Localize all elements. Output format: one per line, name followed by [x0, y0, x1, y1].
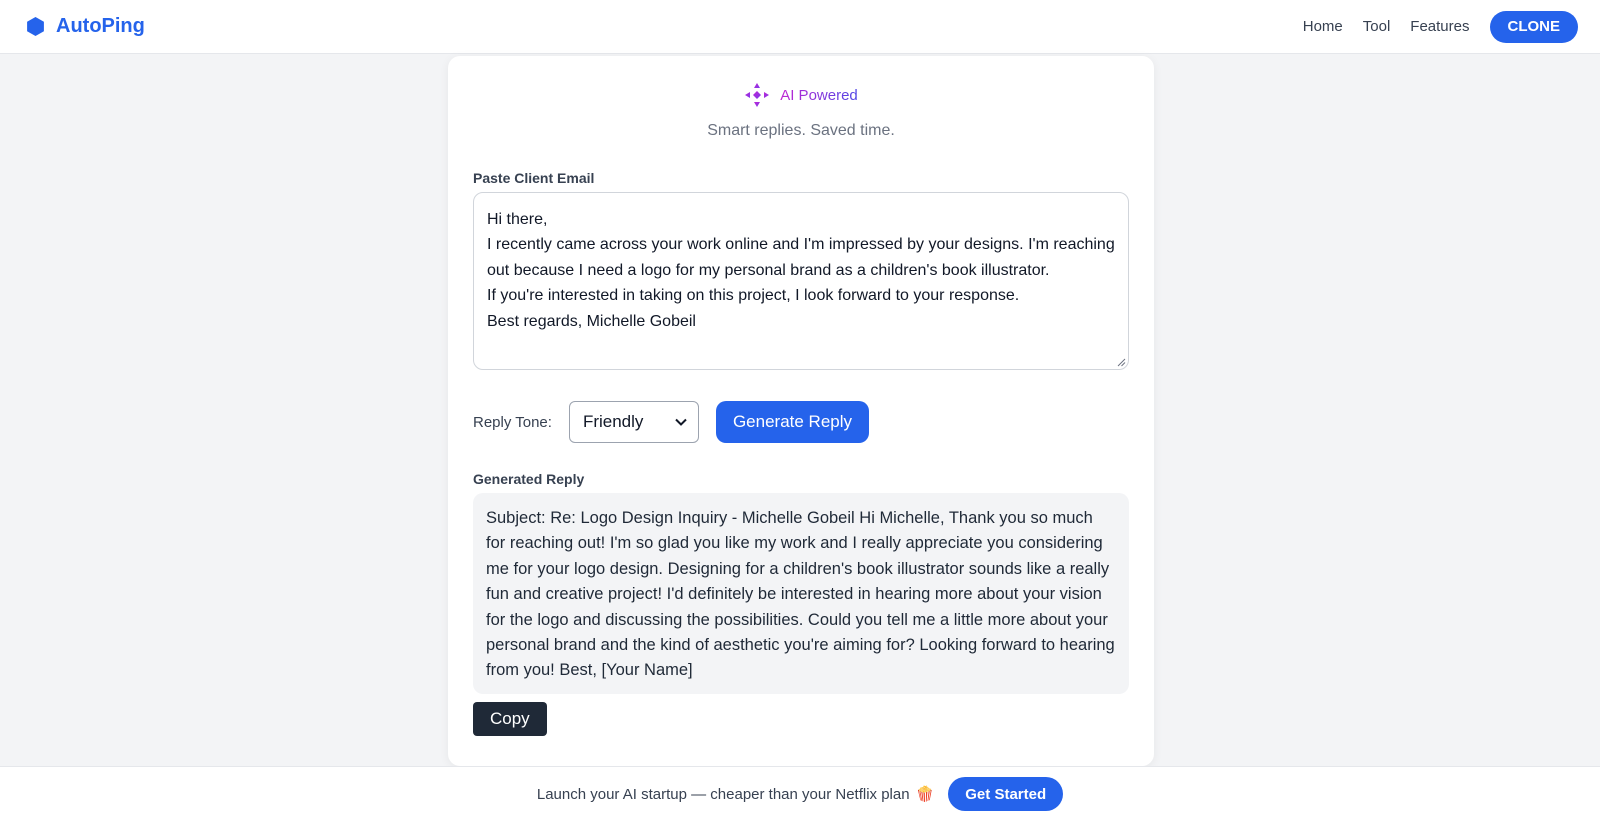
email-line: Best regards, Michelle Gobeil	[487, 312, 696, 330]
email-line: Hi there,	[487, 211, 548, 228]
top-navbar: AutoPing Home Tool Features CLONE	[0, 0, 1600, 54]
client-email-textarea[interactable]: Hi there, I recently came across your wo…	[473, 192, 1129, 370]
ai-powered-label: AI Powered	[780, 86, 858, 104]
tone-controls: Reply Tone: Friendly Generate Reply	[473, 401, 1129, 443]
ai-powered-badge: AI Powered	[473, 82, 1129, 108]
tagline: Smart replies. Saved time.	[707, 122, 895, 139]
sparkle-arrows-icon	[745, 83, 770, 107]
copy-button[interactable]: Copy	[473, 702, 547, 736]
reply-tone-select[interactable]: Friendly	[568, 401, 699, 443]
promo-banner: Launch your AI startup — cheaper than yo…	[0, 766, 1600, 821]
hexagon-logo-icon	[27, 17, 44, 36]
reply-tone-label: Reply Tone:	[473, 413, 552, 431]
generated-reply-label: Generated Reply	[473, 471, 585, 487]
nav-link-home[interactable]: Home	[1303, 18, 1343, 35]
nav-menu: Home Tool Features CLONE	[1303, 10, 1578, 43]
popcorn-icon: 🍿	[915, 786, 935, 803]
brand-name: AutoPing	[56, 15, 145, 37]
chevron-down-icon	[675, 418, 687, 426]
email-line: If you're interested in taking on this p…	[487, 287, 1020, 305]
brand[interactable]: AutoPing	[25, 15, 145, 38]
generated-reply-text: Subject: Re: Logo Design Inquiry - Miche…	[473, 493, 1129, 694]
nav-link-features[interactable]: Features	[1410, 18, 1469, 35]
email-line: I recently came across your work online …	[487, 236, 1120, 279]
clone-button[interactable]: CLONE	[1489, 10, 1578, 43]
tone-selected-value: Friendly	[582, 412, 644, 431]
resize-handle-icon[interactable]	[1117, 358, 1126, 367]
promo-text: Launch your AI startup — cheaper than yo…	[536, 785, 910, 803]
generate-reply-button[interactable]: Generate Reply	[715, 401, 870, 443]
reply-generator-card: AI Powered Smart replies. Saved time. Pa…	[448, 56, 1154, 766]
email-input-label: Paste Client Email	[473, 170, 595, 186]
get-started-button[interactable]: Get Started	[948, 777, 1064, 811]
nav-link-tool[interactable]: Tool	[1363, 18, 1391, 35]
